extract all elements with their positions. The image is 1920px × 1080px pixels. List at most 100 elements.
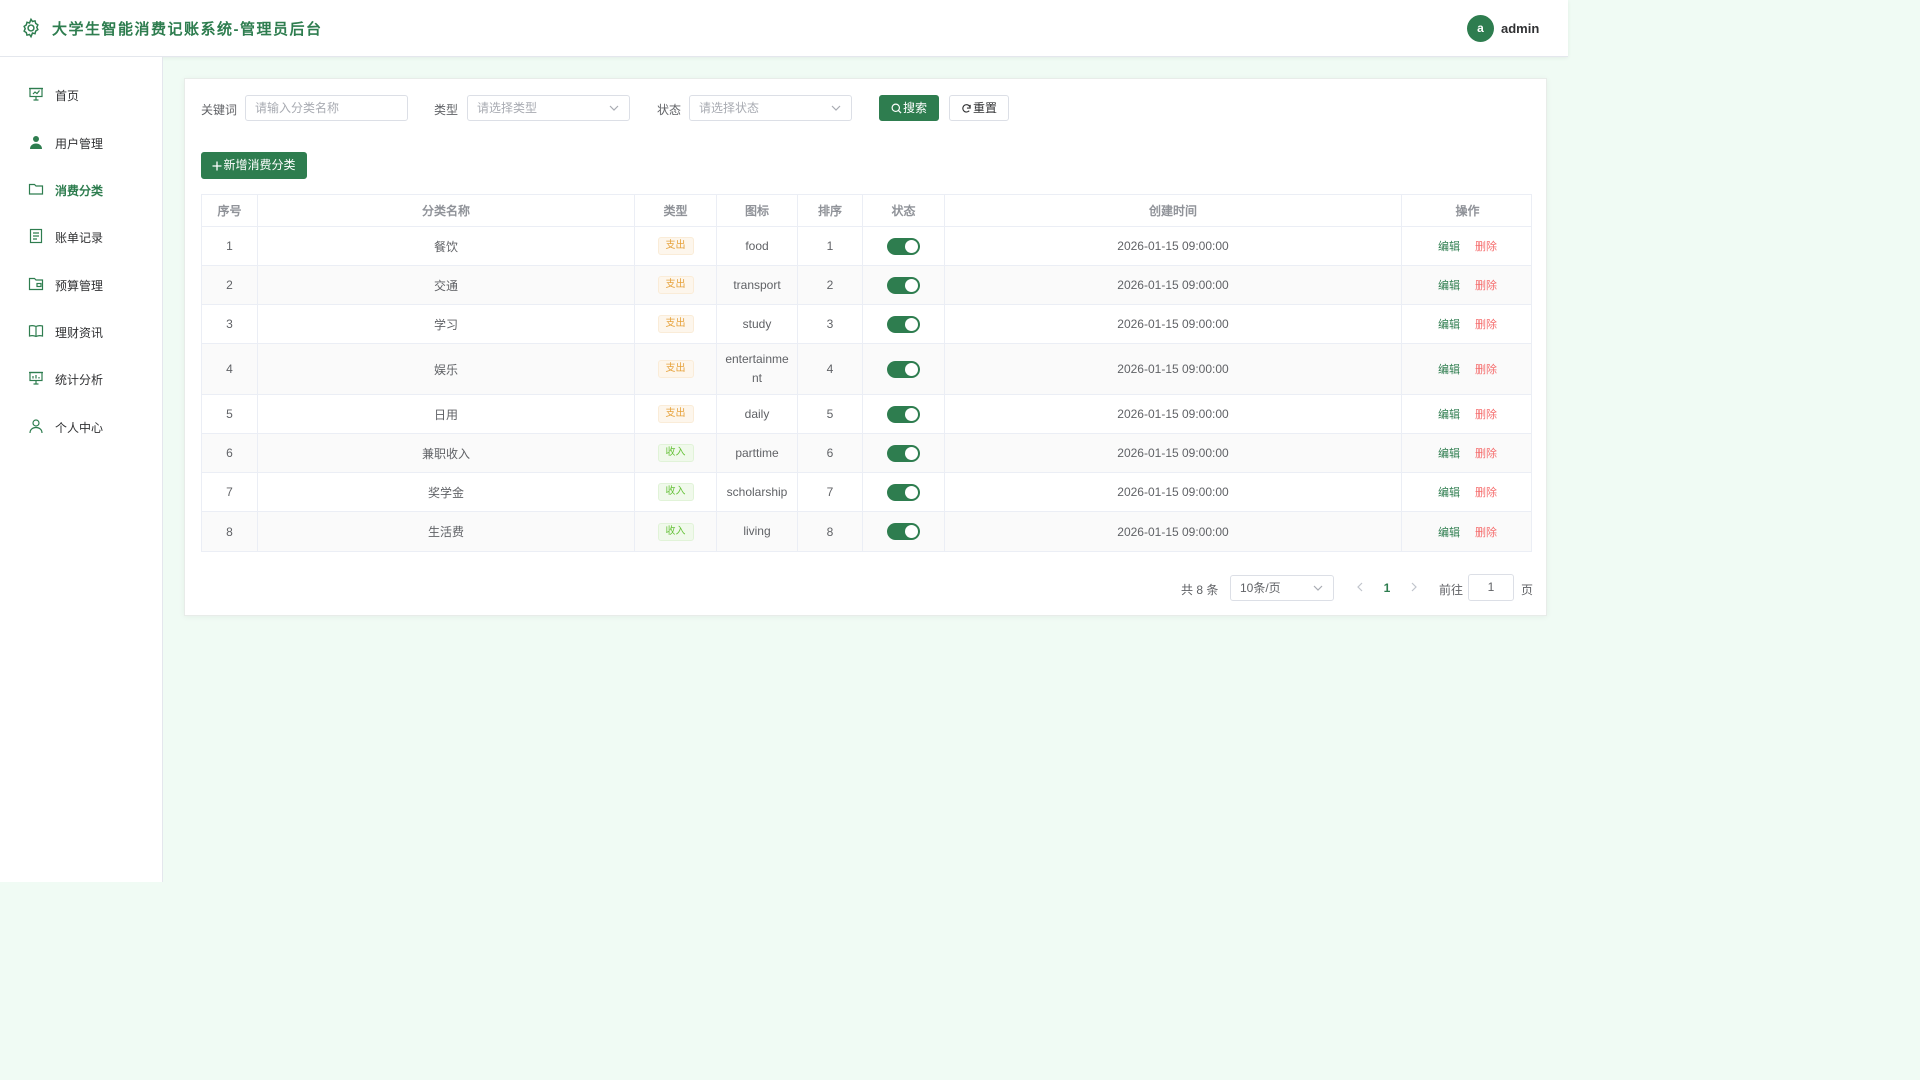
delete-button[interactable]: 删除 (1475, 361, 1497, 377)
type-tag: 收入 (657, 444, 694, 462)
sidebar-item-label: 账单记录 (55, 231, 104, 245)
status-toggle[interactable] (887, 444, 920, 462)
edit-button[interactable]: 编辑 (1438, 484, 1460, 500)
keyword-placeholder: 请输入分类名称 (255, 101, 340, 115)
status-cell (863, 473, 945, 511)
actions-cell: 编辑 删除 (1402, 227, 1533, 265)
row-index-cell: 3 (202, 305, 258, 343)
goto-page-input[interactable]: 1 (1468, 574, 1514, 601)
type-select[interactable]: 请选择类型 (467, 95, 630, 121)
row-index-cell: 5 (202, 395, 258, 433)
icon-name-cell: entertainment (717, 344, 798, 394)
sidebar-item-users[interactable]: 用户管理 (0, 122, 162, 162)
keyword-input[interactable]: 请输入分类名称 (245, 95, 408, 121)
created-time-cell: 2026-01-15 09:00:00 (945, 395, 1402, 433)
status-toggle[interactable] (887, 483, 920, 501)
type-label: 类型 (434, 103, 459, 117)
status-toggle[interactable] (887, 276, 920, 294)
edit-button[interactable]: 编辑 (1438, 524, 1460, 540)
delete-button[interactable]: 删除 (1475, 277, 1497, 293)
delete-button[interactable]: 删除 (1475, 406, 1497, 422)
category-name-cell: 日用 (258, 395, 635, 433)
table-row: 5 日用 支出 daily 5 2026-01-15 09:00:00 编辑 删除 (202, 395, 1531, 434)
chevron-left-icon[interactable] (1353, 579, 1367, 595)
row-index-cell: 2 (202, 266, 258, 304)
chevron-right-icon[interactable] (1407, 579, 1421, 595)
add-category-button[interactable]: 新增消费分类 (201, 152, 307, 179)
delete-button[interactable]: 删除 (1475, 524, 1497, 540)
avatar[interactable]: a (1467, 15, 1494, 42)
status-cell (863, 266, 945, 304)
icon-name-cell: study (717, 305, 798, 343)
row-index-cell: 8 (202, 512, 258, 551)
delete-button[interactable]: 删除 (1475, 238, 1497, 254)
status-cell (863, 344, 945, 394)
status-toggle[interactable] (887, 237, 920, 255)
delete-button[interactable]: 删除 (1475, 484, 1497, 500)
actions-cell: 编辑 删除 (1402, 344, 1533, 394)
edit-button[interactable]: 编辑 (1438, 316, 1460, 332)
column-header: 分类名称 (258, 195, 635, 226)
actions-cell: 编辑 删除 (1402, 266, 1533, 304)
add-category-label: 新增消费分类 (223, 158, 296, 172)
sidebar-item-bills[interactable]: 账单记录 (0, 216, 162, 256)
type-tag: 支出 (657, 360, 694, 378)
edit-button[interactable]: 编辑 (1438, 361, 1460, 377)
row-index-cell: 1 (202, 227, 258, 265)
edit-button[interactable]: 编辑 (1438, 238, 1460, 254)
actions-cell: 编辑 删除 (1402, 512, 1533, 551)
status-toggle[interactable] (887, 315, 920, 333)
status-toggle[interactable] (887, 405, 920, 423)
sort-cell: 4 (798, 344, 863, 394)
sort-cell: 1 (798, 227, 863, 265)
edit-button[interactable]: 编辑 (1438, 277, 1460, 293)
category-name-cell: 兼职收入 (258, 434, 635, 472)
username[interactable]: admin (1501, 21, 1539, 36)
sort-cell: 2 (798, 266, 863, 304)
sidebar-item-home[interactable]: 首页 (0, 74, 162, 114)
search-button[interactable]: 搜索 (879, 95, 939, 121)
chart-board-icon (29, 371, 43, 385)
reset-button[interactable]: 重置 (949, 95, 1009, 121)
delete-button[interactable]: 删除 (1475, 445, 1497, 461)
delete-button[interactable]: 删除 (1475, 316, 1497, 332)
edit-button[interactable]: 编辑 (1438, 445, 1460, 461)
status-toggle[interactable] (887, 523, 920, 540)
table-row: 8 生活费 收入 living 8 2026-01-15 09:00:00 编辑 删除 (202, 512, 1531, 551)
pagination-total: 共 8 条 (1181, 583, 1219, 597)
status-select[interactable]: 请选择状态 (689, 95, 852, 121)
type-cell: 收入 (635, 434, 717, 472)
edit-button[interactable]: 编辑 (1438, 406, 1460, 422)
actions-cell: 编辑 删除 (1402, 434, 1533, 472)
reset-button-label: 重置 (972, 101, 997, 115)
icon-name-cell: parttime (717, 434, 798, 472)
pagination-page-1[interactable]: 1 (1379, 581, 1395, 595)
table-header-row: 序号 分类名称 类型 图标 排序 状态 创建时间 操作 (202, 195, 1531, 227)
plus-icon (212, 161, 222, 171)
column-header: 类型 (635, 195, 717, 226)
sidebar-item-budget[interactable]: 预算管理 (0, 264, 162, 304)
actions-cell: 编辑 删除 (1402, 305, 1533, 343)
refresh-icon (962, 104, 971, 113)
table-row: 7 奖学金 收入 scholarship 7 2026-01-15 09:00:00 编辑删… (202, 473, 1531, 512)
status-cell (863, 512, 945, 551)
sidebar-item-finance-news[interactable]: 理财资讯 (0, 311, 162, 351)
actions-cell: 编辑 删除 (1402, 395, 1533, 433)
icon-name-cell: living (717, 512, 798, 551)
sidebar-item-statistics[interactable]: 统计分析 (0, 358, 162, 398)
column-header: 创建时间 (945, 195, 1402, 226)
type-tag: 支出 (657, 405, 694, 423)
sidebar-item-categories[interactable]: 消费分类 (0, 169, 162, 209)
book-icon (28, 325, 44, 338)
sidebar-item-profile[interactable]: 个人中心 (0, 406, 162, 446)
toggle-knob (905, 407, 918, 421)
presentation-icon (29, 87, 43, 101)
status-cell (863, 434, 945, 472)
page-size-select[interactable]: 10条/页 (1230, 575, 1334, 601)
status-toggle[interactable] (887, 360, 920, 378)
sort-cell: 5 (798, 395, 863, 433)
category-name-cell: 奖学金 (258, 473, 635, 511)
column-header: 排序 (798, 195, 863, 226)
table-row: 2 交通 支出 transport 2 2026-01-15 09:00:00 编辑 删除 (202, 266, 1531, 305)
created-time-cell: 2026-01-15 09:00:00 (945, 512, 1402, 551)
